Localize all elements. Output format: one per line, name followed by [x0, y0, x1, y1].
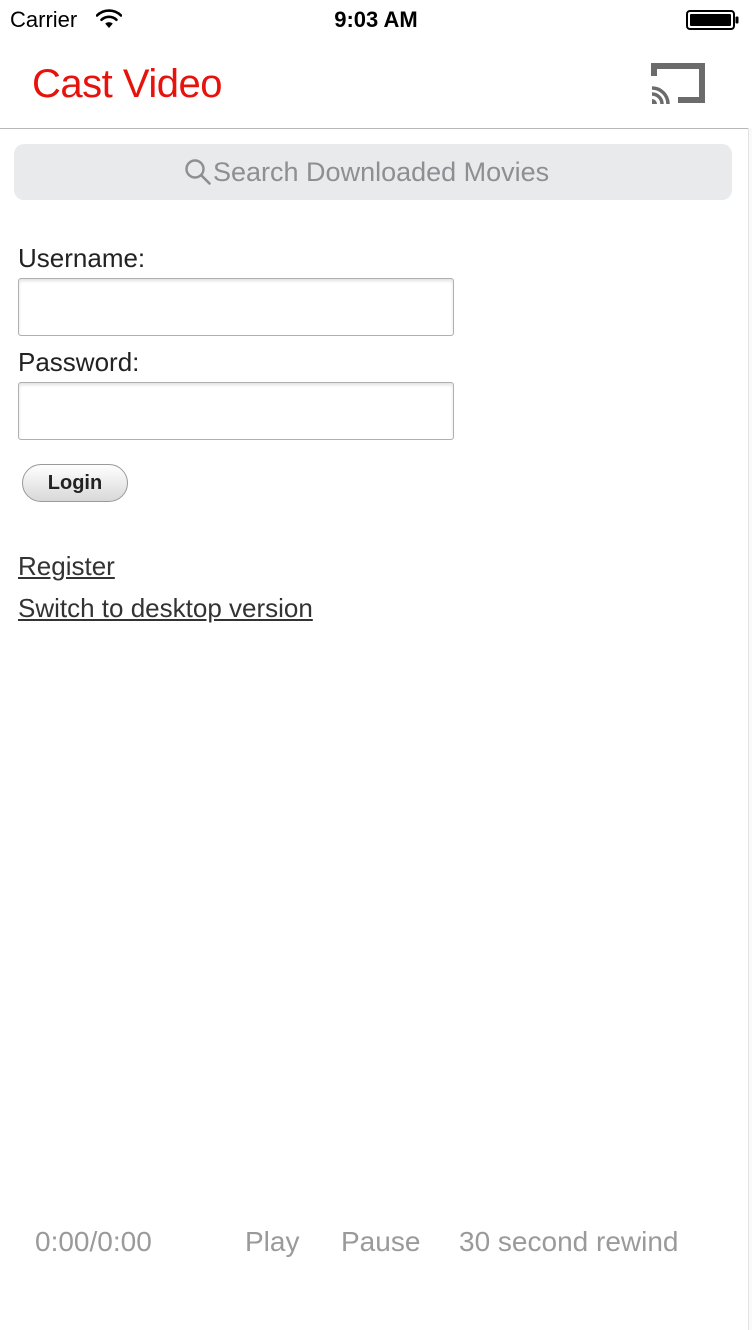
rewind-button[interactable]: 30 second rewind	[459, 1226, 678, 1258]
player-controls: 0:00/0:00 Play Pause 30 second rewind	[0, 1226, 748, 1266]
status-bar: Carrier 9:03 AM	[0, 0, 752, 40]
username-field[interactable]	[18, 278, 454, 336]
navigation-bar: Cast Video	[0, 40, 748, 129]
register-link[interactable]: Register	[18, 551, 115, 582]
password-label: Password:	[18, 347, 140, 377]
desktop-version-link[interactable]: Switch to desktop version	[18, 593, 313, 624]
app-screen: Carrier 9:03 AM Cast Video Search Downlo	[0, 0, 752, 1330]
search-placeholder: Search Downloaded Movies	[213, 157, 550, 187]
playback-time: 0:00/0:00	[35, 1226, 152, 1257]
login-button[interactable]: Login	[22, 464, 128, 502]
search-icon	[185, 159, 211, 185]
chromecast-icon[interactable]	[648, 62, 706, 108]
password-field[interactable]	[18, 382, 454, 440]
battery-full-icon	[686, 10, 739, 30]
play-button[interactable]: Play	[245, 1226, 299, 1258]
username-label: Username:	[18, 243, 146, 273]
search-bar[interactable]: Search Downloaded Movies	[14, 144, 732, 200]
app-title: Cast Video	[32, 62, 222, 106]
status-time: 9:03 AM	[334, 7, 418, 32]
webview-edge	[748, 128, 752, 1330]
pause-button[interactable]: Pause	[341, 1226, 420, 1258]
